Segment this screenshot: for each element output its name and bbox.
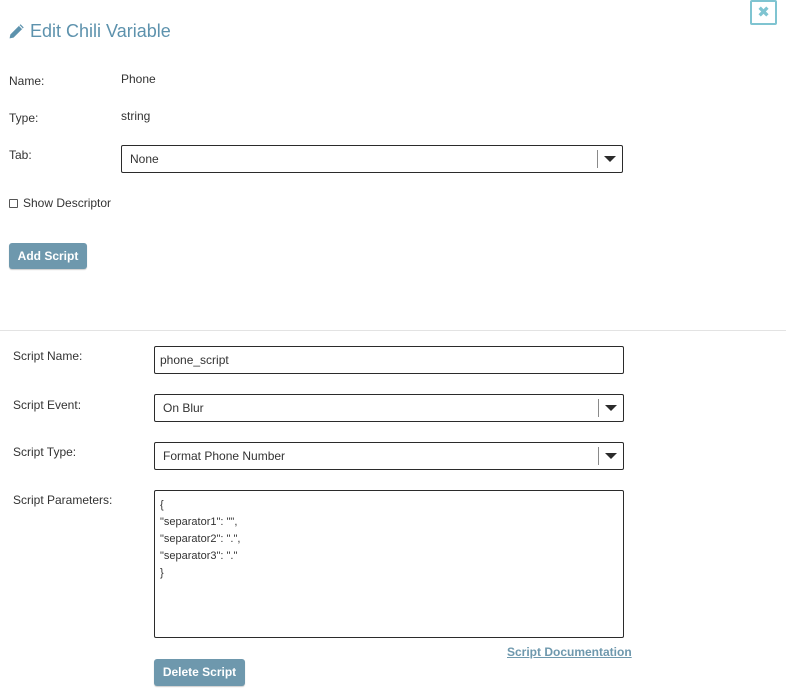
type-label: Type: [9,111,39,125]
name-label: Name: [9,74,45,88]
tab-select[interactable]: None [121,145,623,173]
select-divider [597,150,598,168]
chevron-down-icon [605,453,617,459]
script-name-input[interactable]: phone_script [154,346,624,374]
name-value: Phone [121,72,156,86]
show-descriptor-checkbox[interactable] [9,198,18,208]
type-value: string [121,109,151,123]
add-script-button[interactable]: Add Script [9,243,87,269]
close-button[interactable]: ✖ [750,0,777,25]
script-name-label: Script Name: [13,349,83,363]
parameters-line: "separator1": "", [160,516,238,528]
script-type-select[interactable]: Format Phone Number [154,442,624,470]
script-parameters-textarea[interactable]: { "separator1": "", "separator2": ".", "… [154,490,624,638]
script-type-label: Script Type: [13,445,77,459]
parameters-line: } [160,567,164,579]
chevron-down-icon [604,156,616,162]
select-divider [598,399,599,417]
pencil-icon [9,23,24,38]
parameters-line: "separator3": "." [160,550,238,562]
parameters-line: "separator2": ".", [160,533,241,545]
script-type-select-value: Format Phone Number [163,449,286,463]
script-parameters-label: Script Parameters: [13,493,113,507]
show-descriptor-label: Show Descriptor [23,196,112,210]
script-event-select[interactable]: On Blur [154,394,624,422]
dialog-title-text: Edit Chili Variable [30,20,171,41]
script-event-select-value: On Blur [163,401,204,415]
script-event-label: Script Event: [13,398,82,412]
section-divider [0,330,786,331]
delete-script-button[interactable]: Delete Script [154,659,245,686]
dialog-title: Edit Chili Variable [8,19,171,43]
script-documentation-link[interactable]: Script Documentation [507,645,632,659]
tab-label: Tab: [9,148,32,162]
select-divider [598,447,599,465]
show-descriptor-row[interactable]: Show Descriptor [9,196,111,210]
chevron-down-icon [605,405,617,411]
tab-select-value: None [130,152,159,166]
parameters-line: { [160,499,164,511]
close-icon: ✖ [757,4,770,21]
